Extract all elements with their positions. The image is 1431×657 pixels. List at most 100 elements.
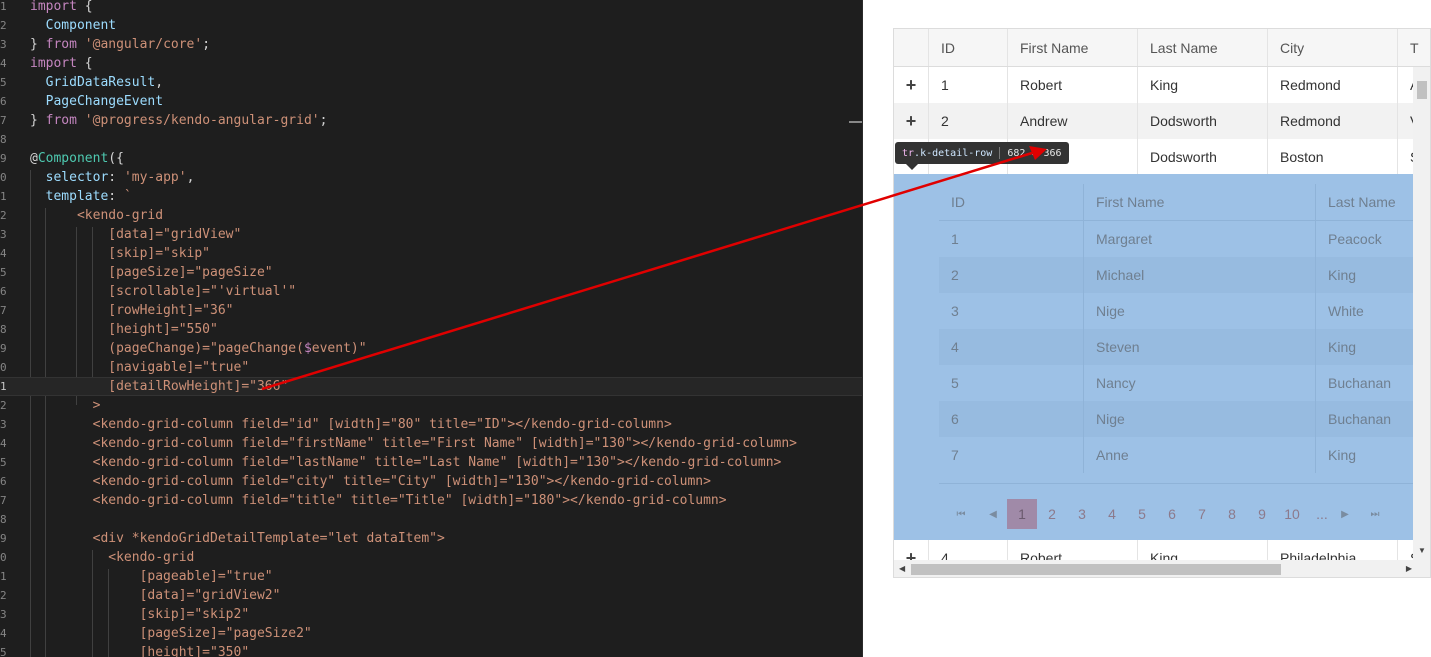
table-row[interactable]: + 2 Andrew Dodsworth Redmond V	[894, 103, 1430, 139]
page-button[interactable]: ...	[1307, 499, 1337, 529]
code-line[interactable]: 4 [pageSize]="pageSize2"	[0, 624, 863, 643]
detail-cell-id: 1	[951, 231, 959, 247]
scroll-down-arrow-icon[interactable]: ▼	[1418, 546, 1426, 555]
code-line[interactable]: 6 [scrollable]="'virtual'"	[0, 282, 863, 301]
code-line[interactable]: 2 [data]="gridView2"	[0, 586, 863, 605]
page-button[interactable]: 5	[1127, 499, 1157, 529]
code-token: <kendo-grid-column field="id" [width]="8…	[30, 417, 672, 432]
code-line[interactable]: 0 [navigable]="true"	[0, 358, 863, 377]
code-line[interactable]: 5 GridDataResult,	[0, 73, 863, 92]
page-button[interactable]: 2	[1037, 499, 1067, 529]
code-line[interactable]: 1 [detailRowHeight]="366"	[0, 377, 863, 396]
line-number: 5	[0, 266, 7, 279]
code-line[interactable]: 1 [pageable]="true"	[0, 567, 863, 586]
scrollbar-marker	[849, 121, 863, 123]
vertical-scrollbar[interactable]: ▼	[1413, 67, 1430, 577]
code-line[interactable]: 3 [data]="gridView"	[0, 225, 863, 244]
code-line[interactable]: 3} from '@angular/core';	[0, 35, 863, 54]
code-text: <kendo-grid-column field="city" title="C…	[30, 472, 711, 491]
page-button-active[interactable]: 1	[1007, 499, 1037, 529]
detail-cell-id: 4	[951, 339, 959, 355]
last-page-button[interactable]: ⏭	[1367, 499, 1383, 529]
code-token: [pageable]="true"	[30, 569, 273, 584]
code-token: Component	[37, 151, 109, 166]
code-token: '@angular/core'	[84, 37, 203, 52]
detail-table-row[interactable]: 6 Nige Buchanan	[939, 401, 1417, 437]
detail-table-row[interactable]: 2 Michael King	[939, 257, 1417, 293]
code-line[interactable]: 8 [height]="550"	[0, 320, 863, 339]
page-button[interactable]: 7	[1187, 499, 1217, 529]
code-line[interactable]: 4 import {	[0, 54, 863, 73]
previous-page-button[interactable]: ◀	[985, 499, 1001, 529]
next-page-button[interactable]: ▶	[1337, 499, 1353, 529]
code-line[interactable]: 1 template: `	[0, 187, 863, 206]
code-token: [scrollable]="'virtual'"	[30, 284, 297, 299]
detail-column-header-id[interactable]: ID	[939, 184, 1083, 220]
line-number: 5	[0, 76, 7, 89]
code-token: template	[30, 189, 109, 204]
column-header-last-name[interactable]: Last Name	[1137, 29, 1267, 66]
code-text: [height]="550"	[30, 320, 218, 339]
code-line[interactable]: 4 [skip]="skip"	[0, 244, 863, 263]
kendo-grid[interactable]: ID First Name Last Name City T + 1 Rober…	[893, 28, 1431, 578]
detail-column-header-first-name[interactable]: First Name	[1083, 184, 1315, 220]
code-line[interactable]: 9 (pageChange)="pageChange($event)"	[0, 339, 863, 358]
detail-column-header-last-name[interactable]: Last Name	[1315, 184, 1425, 220]
detail-table-row[interactable]: 5 Nancy Buchanan	[939, 365, 1417, 401]
code-line[interactable]: 7 [rowHeight]="36"	[0, 301, 863, 320]
page-button[interactable]: 4	[1097, 499, 1127, 529]
table-row[interactable]: + 1 Robert King Redmond A	[894, 67, 1430, 103]
code-line[interactable]: 7 <kendo-grid-column field="title" title…	[0, 491, 863, 510]
detail-cell-id: 5	[951, 375, 959, 391]
code-line[interactable]: 9 <div *kendoGridDetailTemplate="let dat…	[0, 529, 863, 548]
code-line[interactable]: 8	[0, 510, 863, 529]
code-line[interactable]: 6 <kendo-grid-column field="city" title=…	[0, 472, 863, 491]
detail-table-row[interactable]: 1 Margaret Peacock	[939, 221, 1417, 257]
code-line[interactable]: 3 <kendo-grid-column field="id" [width]=…	[0, 415, 863, 434]
code-line[interactable]: 0 selector: 'my-app',	[0, 168, 863, 187]
code-line[interactable]: 5 [height]="350"	[0, 643, 863, 657]
code-line[interactable]: 4 <kendo-grid-column field="firstName" t…	[0, 434, 863, 453]
expand-icon[interactable]: +	[894, 67, 928, 103]
code-line[interactable]: 5 [pageSize]="pageSize"	[0, 263, 863, 282]
code-line[interactable]: 1 import {	[0, 0, 863, 16]
first-page-button[interactable]: ⏮	[953, 499, 969, 529]
scroll-right-arrow-icon[interactable]: ▶	[1406, 564, 1412, 573]
column-header-city[interactable]: City	[1267, 29, 1397, 66]
column-header-title[interactable]: T	[1397, 29, 1430, 66]
page-button[interactable]: 3	[1067, 499, 1097, 529]
vertical-scrollbar-thumb[interactable]	[1417, 81, 1427, 99]
pane-divider[interactable]	[862, 0, 863, 657]
cell-city: Redmond	[1267, 103, 1397, 139]
code-line[interactable]: 2 >	[0, 396, 863, 415]
code-line[interactable]: 2 <kendo-grid	[0, 206, 863, 225]
page-button[interactable]: 8	[1217, 499, 1247, 529]
code-text: [scrollable]="'virtual'"	[30, 282, 296, 301]
code-token: <kendo-grid	[30, 208, 164, 223]
code-editor[interactable]: 1 import {2 Component 3} from '@angular/co…	[0, 0, 863, 657]
code-line[interactable]: 0 <kendo-grid	[0, 548, 863, 567]
page-button[interactable]: 10	[1277, 499, 1307, 529]
code-line[interactable]: 3 [skip]="skip2"	[0, 605, 863, 624]
code-line[interactable]: 2 Component	[0, 16, 863, 35]
code-token: [data]="gridView"	[30, 227, 242, 242]
column-header-id[interactable]: ID	[928, 29, 1007, 66]
scroll-left-arrow-icon[interactable]: ◀	[899, 564, 905, 573]
line-number: 4	[0, 627, 7, 640]
code-line[interactable]: 7} from '@progress/kendo-angular-grid';	[0, 111, 863, 130]
detail-cell-id: 2	[951, 267, 959, 283]
detail-grid[interactable]: ID First Name Last Name 1 Margaret Peacock…	[939, 184, 1417, 529]
horizontal-scrollbar[interactable]: ◀ ▶	[894, 560, 1415, 577]
expand-icon[interactable]: +	[894, 103, 928, 139]
code-line[interactable]: 9 @Component({	[0, 149, 863, 168]
detail-table-row[interactable]: 4 Steven King	[939, 329, 1417, 365]
detail-table-row[interactable]: 3 Nige White	[939, 293, 1417, 329]
column-header-first-name[interactable]: First Name	[1007, 29, 1137, 66]
code-line[interactable]: 6 PageChangeEvent	[0, 92, 863, 111]
page-button[interactable]: 9	[1247, 499, 1277, 529]
detail-table-row[interactable]: 7 Anne King	[939, 437, 1417, 473]
page-button[interactable]: 6	[1157, 499, 1187, 529]
horizontal-scrollbar-thumb[interactable]	[911, 564, 1281, 575]
code-line[interactable]: 5 <kendo-grid-column field="lastName" ti…	[0, 453, 863, 472]
code-line[interactable]: 8	[0, 130, 863, 149]
